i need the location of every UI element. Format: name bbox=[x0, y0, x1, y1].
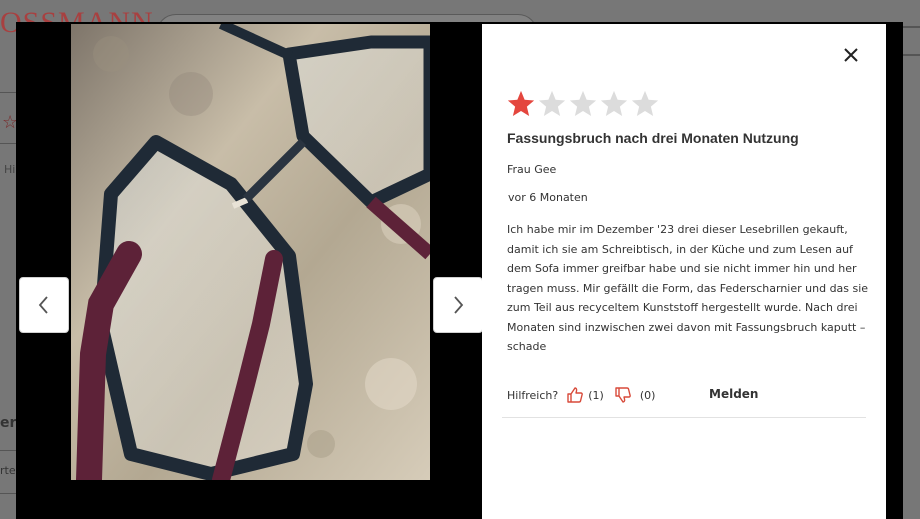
helpful-no-count: (0) bbox=[639, 388, 656, 402]
star-filled-icon bbox=[507, 90, 535, 116]
helpful-yes-count: (1) bbox=[588, 388, 604, 402]
star-rating bbox=[506, 89, 660, 119]
close-icon bbox=[844, 48, 858, 62]
thumbs-up-icon bbox=[567, 387, 584, 403]
divider bbox=[0, 450, 16, 451]
helpful-no-button[interactable]: (0) bbox=[614, 386, 656, 404]
star-empty-icon bbox=[631, 90, 659, 116]
review-image-modal: Fassungsbruch nach drei Monaten Nutzung … bbox=[16, 22, 903, 519]
helpful-label: Hilfreich? bbox=[507, 388, 559, 402]
helpful-yes-button[interactable]: (1) bbox=[566, 386, 604, 404]
report-link[interactable]: Melden bbox=[709, 387, 758, 401]
chevron-right-icon bbox=[454, 296, 464, 314]
review-panel: Fassungsbruch nach drei Monaten Nutzung … bbox=[482, 24, 886, 519]
review-title: Fassungsbruch nach drei Monaten Nutzung bbox=[507, 130, 799, 146]
star-empty-icon bbox=[600, 90, 628, 116]
review-text: Ich habe mir im Dezember '23 drei dieser… bbox=[507, 223, 869, 353]
divider bbox=[0, 92, 16, 93]
previous-image-button[interactable] bbox=[19, 277, 69, 333]
star-empty-icon bbox=[538, 90, 566, 116]
chevron-left-icon bbox=[38, 296, 48, 314]
review-photo bbox=[71, 24, 430, 480]
review-author: Frau Gee bbox=[507, 163, 557, 176]
breadcrumb: Hi bbox=[4, 163, 16, 176]
next-image-button[interactable] bbox=[433, 277, 483, 333]
helpful-votes: Hilfreich? (1) (0) bbox=[507, 386, 655, 404]
review-date: vor 6 Monaten bbox=[508, 191, 588, 204]
close-button[interactable] bbox=[834, 38, 868, 72]
section-text: rte bbox=[0, 464, 16, 477]
divider bbox=[502, 417, 866, 418]
divider bbox=[0, 143, 16, 144]
star-empty-icon bbox=[569, 90, 597, 116]
thumbs-down-icon bbox=[615, 387, 631, 403]
divider bbox=[0, 493, 16, 494]
